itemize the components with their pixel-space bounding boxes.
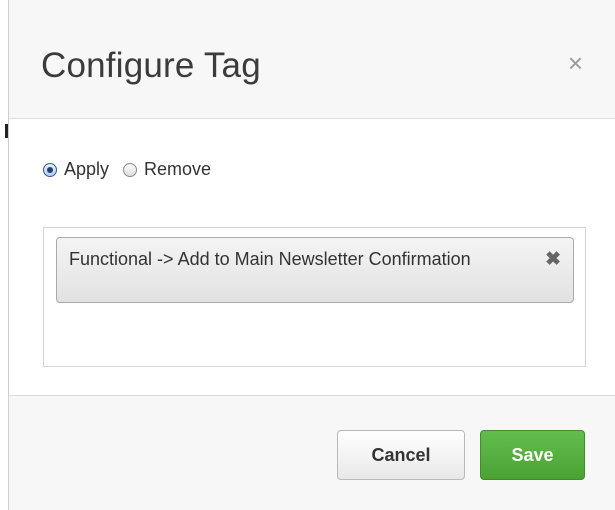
save-button[interactable]: Save [480,430,585,480]
dialog-header: Configure Tag × [9,0,615,119]
tag-chip-label: Functional -> Add to Main Newsletter Con… [69,249,471,269]
apply-radio-label[interactable]: Apply [64,159,109,180]
remove-radio-label[interactable]: Remove [144,159,211,180]
cancel-button[interactable]: Cancel [337,430,465,480]
remove-radio[interactable] [123,162,138,177]
dialog-footer: Cancel Save [9,396,615,510]
dialog-body: Apply Remove Functional -> Add to Main N… [9,119,615,396]
configure-tag-dialog: Configure Tag × Apply Remove Functional … [8,0,615,510]
selected-tag-chip: Functional -> Add to Main Newsletter Con… [56,237,574,303]
radio-selected-dot [47,166,53,173]
apply-remove-radio-group: Apply Remove [43,159,225,180]
remove-tag-icon[interactable]: ✖ [545,248,561,271]
apply-radio[interactable] [43,162,57,177]
dialog-title: Configure Tag [41,46,261,85]
page-backdrop [0,0,8,510]
close-icon[interactable]: × [568,50,583,76]
tag-select-input[interactable]: Functional -> Add to Main Newsletter Con… [43,227,586,367]
